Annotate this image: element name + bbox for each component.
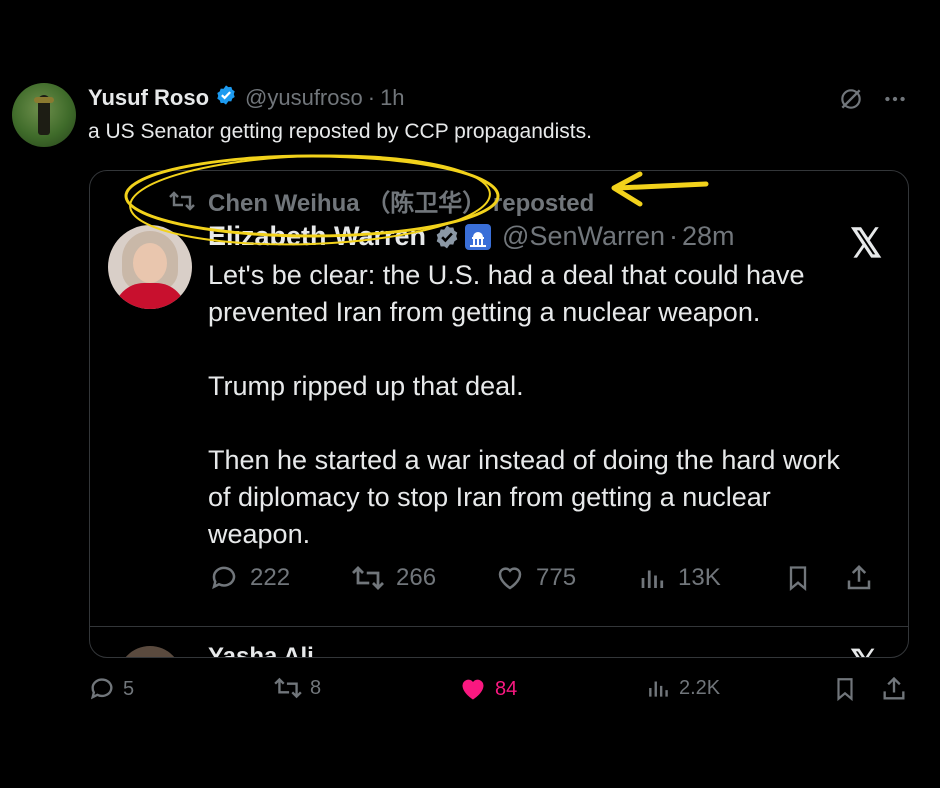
repost-count: 8 (310, 676, 322, 699)
quoted-reply-count: 222 (250, 564, 291, 591)
reply-button[interactable]: 5 (88, 675, 134, 703)
share-icon (883, 676, 905, 700)
like-icon (498, 567, 522, 590)
reply-count: 5 (123, 677, 135, 700)
reply-icon (212, 566, 236, 590)
quoted-paragraph: Let's be clear: the U.S. had a deal that… (208, 260, 805, 327)
views-icon (641, 570, 664, 588)
author-avatar[interactable] (12, 83, 76, 147)
reply-icon (90, 678, 113, 700)
quoted-repost-button[interactable]: 266 (350, 563, 436, 593)
like-button[interactable]: 84 (458, 675, 517, 703)
grok-icon[interactable] (838, 86, 864, 112)
quoted-paragraph: Trump ripped up that deal. (208, 371, 524, 401)
verified-badge-icon (215, 84, 237, 112)
quoted-tweet-card[interactable]: Chen Weihua （陈卫华） reposted Elizabeth War… (89, 170, 909, 658)
quoted-author-name[interactable]: Elizabeth Warren (208, 221, 426, 252)
next-post-author[interactable]: Yasha Ali (208, 643, 768, 657)
share-button[interactable] (880, 675, 908, 703)
repost-icon (352, 566, 384, 590)
tweet-time[interactable]: 1h (380, 85, 404, 111)
like-count: 84 (495, 677, 518, 700)
like-icon (462, 679, 484, 700)
quoted-header: Elizabeth Warren @SenWarren · 28m (208, 221, 735, 252)
quoted-tweet-text: Let's be clear: the U.S. had a deal that… (208, 257, 868, 553)
more-icon[interactable] (882, 86, 908, 112)
repost-icon (168, 189, 196, 213)
quoted-like-button[interactable]: 775 (494, 563, 576, 593)
top-letterbox (0, 0, 940, 65)
quoted-tweet-time[interactable]: 28m (682, 221, 735, 252)
tweet-header: Yusuf Roso @yusufroso · 1h (88, 84, 405, 112)
views-icon (649, 681, 668, 697)
views-button[interactable]: 2.2K (646, 675, 720, 701)
author-handle[interactable]: @yusufroso (245, 85, 363, 111)
header-separator: · (367, 85, 376, 110)
quoted-author-avatar[interactable] (108, 225, 192, 309)
quoted-action-bar: 222 266 775 13K (208, 563, 888, 599)
capitol-icon (464, 223, 492, 251)
bookmark-icon (837, 678, 853, 702)
tweet-text: a US Senator getting reposted by CCP pro… (88, 120, 592, 143)
x-logo-icon: 𝕏 (850, 643, 877, 657)
repost-context[interactable]: Chen Weihua （陈卫华） reposted (168, 183, 594, 218)
repost-button[interactable]: 8 (273, 675, 321, 701)
quoted-author-handle[interactable]: @SenWarren (502, 221, 665, 252)
bookmark-button[interactable] (832, 675, 858, 703)
quoted-views-count: 13K (678, 564, 721, 591)
views-count: 2.2K (679, 676, 721, 699)
quoted-share-button[interactable] (844, 563, 874, 593)
quoted-views-button[interactable]: 13K (638, 563, 721, 593)
quoted-repost-count: 266 (396, 564, 437, 591)
quoted-bookmark-button[interactable] (784, 563, 812, 593)
verified-badge-icon (434, 223, 460, 251)
repost-icon (274, 677, 302, 699)
quoted-header-separator: · (669, 221, 679, 251)
bookmark-icon (789, 566, 807, 591)
quoted-like-count: 775 (536, 564, 577, 591)
share-icon (847, 564, 871, 590)
quoted-reply-button[interactable]: 222 (208, 563, 290, 593)
tweet-top-actions (838, 86, 908, 112)
repost-context-label: Chen Weihua （陈卫华） reposted (208, 190, 595, 217)
quoted-paragraph: Then he started a war instead of doing t… (208, 445, 840, 549)
card-divider (90, 626, 908, 627)
tweet-action-bar: 5 8 84 2.2K (0, 675, 940, 711)
author-name[interactable]: Yusuf Roso (88, 85, 209, 111)
next-post-avatar[interactable] (118, 646, 182, 657)
